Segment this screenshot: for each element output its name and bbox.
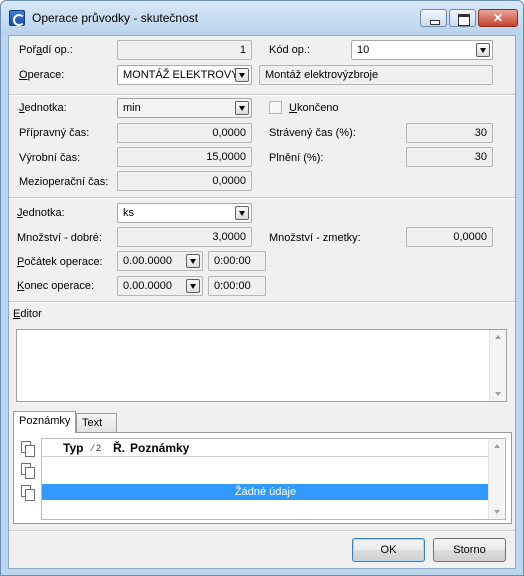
new-note-icon[interactable] — [21, 441, 35, 457]
poradi-label: Pořadí op.: — [19, 44, 73, 56]
edit-note-icon[interactable] — [21, 463, 35, 479]
dialog-body: Pořadí op.: 1 Kód op.: 10 Operace: MONTÁ… — [8, 35, 516, 569]
close-button[interactable]: ✕ — [478, 9, 518, 27]
konec-label: Konec operace: — [17, 280, 95, 292]
vyrobni-field[interactable]: 15,0000 — [117, 147, 252, 167]
tab-poznamky[interactable]: Poznámky — [13, 411, 76, 433]
divider — [9, 197, 515, 199]
dobre-field[interactable]: 3,0000 — [117, 227, 252, 247]
column-poznamky[interactable]: Poznámky — [130, 441, 189, 455]
konec-time-field[interactable]: 0:00:00 — [208, 276, 266, 296]
qty-unit-select[interactable]: ks — [117, 203, 252, 223]
pocatek-label: Počátek operace: — [17, 256, 103, 268]
editor-label: Editor — [13, 308, 42, 320]
sort-indicator: ⁄ 2 — [92, 443, 102, 453]
zmetky-field[interactable]: 0,0000 — [406, 227, 493, 247]
poradi-field[interactable]: 1 — [117, 40, 252, 60]
scroll-up-icon[interactable] — [494, 444, 500, 448]
chevron-down-icon[interactable] — [476, 43, 490, 57]
kod-value: 10 — [357, 44, 370, 56]
column-typ[interactable]: Typ — [63, 441, 83, 455]
minimize-button[interactable] — [420, 9, 447, 27]
pocatek-date: 0.00.0000 — [123, 255, 172, 267]
operace-value: MONTÁŽ ELEKTROVÝZ. — [123, 69, 249, 81]
ok-button[interactable]: OK — [352, 538, 425, 562]
chevron-down-icon[interactable] — [235, 206, 249, 220]
app-icon — [9, 10, 25, 26]
pripravny-field[interactable]: 0,0000 — [117, 123, 252, 143]
zmetky-label: Množství - zmetky: — [269, 232, 361, 244]
calendar-dropdown-icon[interactable] — [186, 254, 200, 268]
qty-unit-label: Jednotka: — [17, 207, 65, 219]
pocatek-time-field[interactable]: 0:00:00 — [208, 251, 266, 271]
editor-textarea[interactable] — [16, 329, 507, 402]
time-unit-label: Jednotka: — [19, 102, 67, 114]
plneni-field[interactable]: 30 — [406, 147, 493, 167]
divider — [9, 94, 515, 96]
straveny-label: Strávený čas (%): — [269, 127, 356, 139]
notes-panel: Typ ⁄ 2 Ř. Poznámky Žádné údaje — [13, 432, 512, 524]
operace-select[interactable]: MONTÁŽ ELEKTROVÝZ. — [117, 65, 252, 85]
divider — [9, 301, 515, 303]
ukonceno-checkbox[interactable] — [269, 101, 282, 114]
ukonceno-label: Ukončeno — [289, 102, 339, 114]
konec-date-field[interactable]: 0.00.0000 — [117, 276, 203, 296]
editor-scrollbar[interactable] — [489, 330, 506, 401]
konec-date: 0.00.0000 — [123, 280, 172, 292]
qty-unit-value: ks — [123, 207, 134, 219]
mezioperacni-field[interactable]: 0,0000 — [117, 171, 252, 191]
operace-label: Operace: — [19, 69, 65, 81]
grid-header: Typ ⁄ 2 Ř. Poznámky — [42, 439, 489, 457]
empty-row: Žádné údaje — [42, 484, 489, 500]
tab-text[interactable]: Text — [76, 413, 117, 433]
kod-label: Kód op.: — [269, 44, 310, 56]
column-radek[interactable]: Ř. — [113, 441, 125, 455]
calendar-dropdown-icon[interactable] — [186, 279, 200, 293]
kod-select[interactable]: 10 — [351, 40, 493, 60]
time-unit-select[interactable]: min — [117, 98, 252, 118]
delete-note-icon[interactable] — [21, 485, 35, 501]
dialog-window: Operace průvodky - skutečnost ✕ Pořadí o… — [0, 0, 524, 576]
grid-scrollbar[interactable] — [488, 439, 505, 519]
divider — [9, 530, 515, 532]
notes-grid[interactable]: Typ ⁄ 2 Ř. Poznámky Žádné údaje — [41, 438, 506, 520]
mezioperacni-label: Mezioperační čas: — [19, 176, 109, 188]
plneni-label: Plnění (%): — [269, 152, 324, 164]
scroll-down-icon[interactable] — [495, 392, 501, 396]
window-title: Operace průvodky - skutečnost — [32, 11, 199, 25]
title-bar[interactable]: Operace průvodky - skutečnost ✕ — [1, 1, 523, 35]
scroll-down-icon[interactable] — [494, 510, 500, 514]
chevron-down-icon[interactable] — [235, 68, 249, 82]
maximize-button[interactable] — [449, 9, 476, 27]
pripravny-label: Přípravný čas: — [19, 127, 90, 139]
cancel-button[interactable]: Storno — [433, 538, 506, 562]
scroll-up-icon[interactable] — [495, 335, 501, 339]
dobre-label: Množství - dobré: — [17, 232, 102, 244]
pocatek-date-field[interactable]: 0.00.0000 — [117, 251, 203, 271]
operace-description: Montáž elektrovýzbroje — [259, 65, 493, 85]
straveny-field[interactable]: 30 — [406, 123, 493, 143]
chevron-down-icon[interactable] — [235, 101, 249, 115]
time-unit-value: min — [123, 102, 141, 114]
vyrobni-label: Výrobní čas: — [19, 152, 81, 164]
close-icon: ✕ — [492, 11, 504, 25]
